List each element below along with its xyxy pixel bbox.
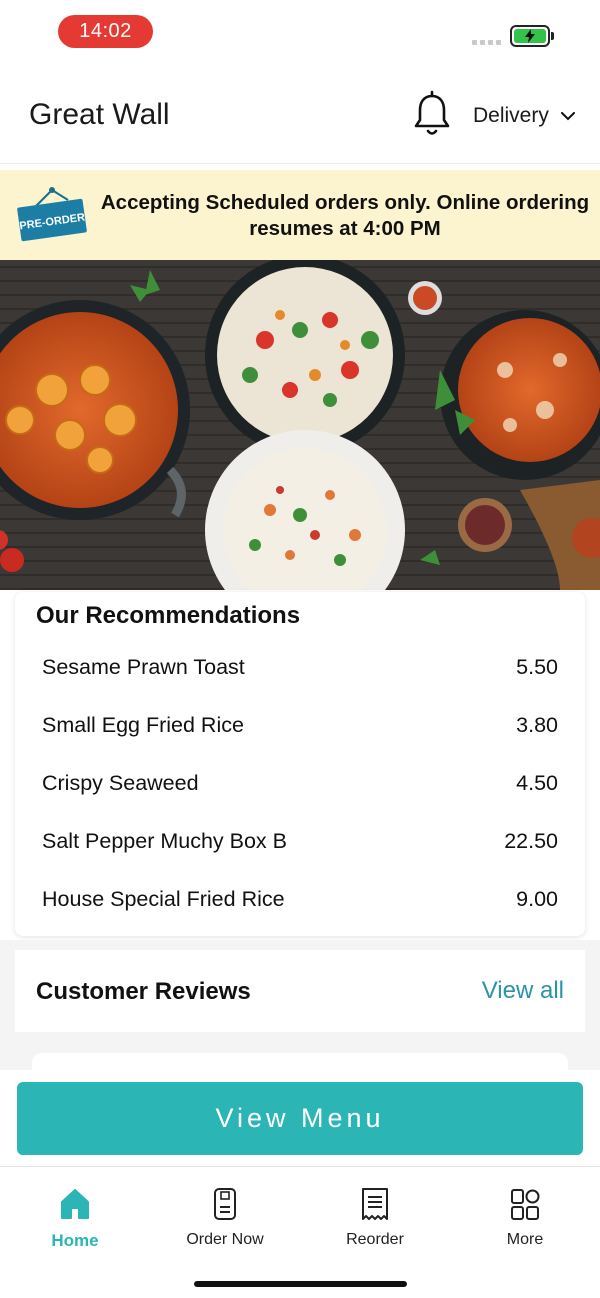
restaurant-title: Great Wall — [29, 98, 170, 131]
status-time: 14:02 — [58, 15, 153, 48]
list-item[interactable]: Salt Pepper Muchy Box B 22.50 — [15, 826, 585, 884]
item-name: House Special Fried Rice — [42, 887, 285, 911]
bottom-nav: Home Order Now Reorder More — [0, 1166, 600, 1298]
chevron-down-icon — [560, 111, 575, 120]
view-all-reviews-link[interactable]: View all — [482, 977, 564, 1005]
list-item[interactable]: Crispy Seaweed 4.50 — [15, 768, 585, 826]
item-price: 5.50 — [516, 655, 558, 679]
reviews-header: Customer Reviews View all — [15, 950, 585, 1032]
recommendations-card: Our Recommendations Sesame Prawn Toast 5… — [15, 592, 585, 936]
battery-icon — [510, 25, 550, 47]
item-price: 3.80 — [516, 713, 558, 737]
view-menu-button[interactable]: View Menu — [17, 1082, 583, 1155]
reorder-icon — [362, 1188, 388, 1220]
item-price: 22.50 — [504, 829, 558, 853]
item-name: Small Egg Fried Rice — [42, 713, 244, 737]
tab-reorder[interactable]: Reorder — [300, 1187, 450, 1257]
item-price: 9.00 — [516, 887, 558, 911]
preorder-sign-icon: PRE-ORDER — [17, 187, 87, 242]
home-icon — [61, 1189, 89, 1219]
tab-order-now[interactable]: Order Now — [150, 1187, 300, 1257]
cta-container: View Menu — [0, 1070, 600, 1166]
tab-home-label: Home — [51, 1231, 99, 1250]
signal-icon — [472, 40, 501, 45]
delivery-mode-label: Delivery — [473, 104, 549, 127]
banner-message: Accepting Scheduled orders only. Online … — [100, 191, 590, 240]
status-bar: 14:02 — [0, 0, 600, 64]
recommendations-title: Our Recommendations — [36, 602, 301, 629]
item-price: 4.50 — [516, 771, 558, 795]
app-header: Great Wall Delivery — [0, 64, 600, 164]
tab-order-now-label: Order Now — [186, 1231, 264, 1248]
more-grid-icon — [511, 1189, 540, 1220]
item-name: Sesame Prawn Toast — [42, 655, 245, 679]
battery-tip — [551, 32, 554, 40]
item-name: Crispy Seaweed — [42, 771, 199, 795]
item-name: Salt Pepper Muchy Box B — [42, 829, 287, 853]
order-now-icon — [214, 1188, 236, 1220]
delivery-mode-select[interactable]: Delivery — [473, 104, 575, 128]
tab-home[interactable]: Home — [0, 1187, 150, 1257]
tab-reorder-label: Reorder — [346, 1231, 404, 1248]
bell-icon[interactable] — [412, 90, 452, 140]
list-item[interactable]: House Special Fried Rice 9.00 — [15, 884, 585, 942]
tab-more[interactable]: More — [450, 1187, 600, 1257]
reviews-title: Customer Reviews — [36, 978, 251, 1005]
hero-food-image — [0, 260, 600, 590]
tab-more-label: More — [506, 1231, 544, 1248]
list-item[interactable]: Small Egg Fried Rice 3.80 — [15, 710, 585, 768]
list-item[interactable]: Sesame Prawn Toast 5.50 — [15, 652, 585, 710]
home-indicator — [194, 1281, 407, 1287]
